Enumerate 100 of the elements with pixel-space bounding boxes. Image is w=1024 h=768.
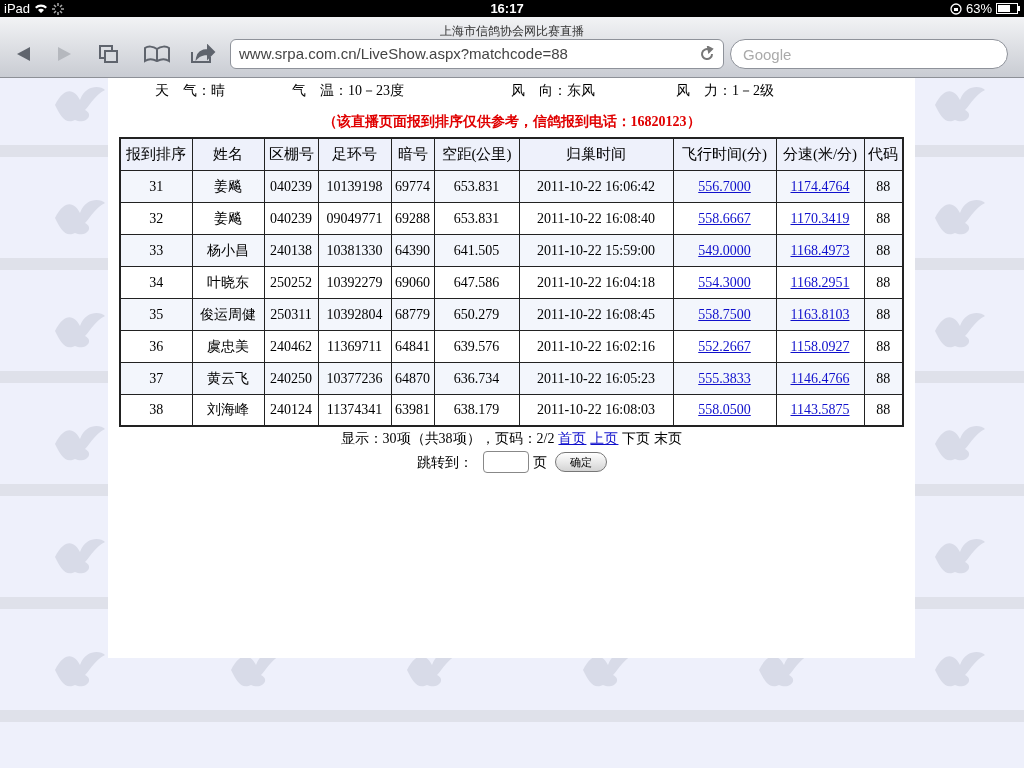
table-cell: 36 bbox=[120, 330, 192, 362]
table-cell: 2011-10-22 15:59:00 bbox=[519, 234, 673, 266]
table-cell: 34 bbox=[120, 266, 192, 298]
search-field[interactable]: Google bbox=[730, 39, 1008, 69]
device-name: iPad bbox=[4, 0, 31, 18]
page-link[interactable]: 首页 bbox=[558, 427, 587, 449]
table-cell: 2011-10-22 16:08:40 bbox=[519, 202, 673, 234]
table-cell: 240250 bbox=[264, 362, 318, 394]
table-cell: 68779 bbox=[391, 298, 434, 330]
table-cell: 647.586 bbox=[434, 266, 519, 298]
column-header: 区棚号 bbox=[264, 138, 318, 170]
battery-percent: 63% bbox=[965, 0, 992, 18]
table-cell: 64390 bbox=[391, 234, 434, 266]
table-cell: 叶晓东 bbox=[192, 266, 264, 298]
table-cell: 33 bbox=[120, 234, 192, 266]
jump-label: 跳转到： bbox=[416, 453, 473, 472]
table-link[interactable]: 1170.3419 bbox=[776, 202, 864, 234]
column-header: 分速(米/分) bbox=[776, 138, 864, 170]
table-cell: 2011-10-22 16:06:42 bbox=[519, 170, 673, 202]
table-cell: 250311 bbox=[264, 298, 318, 330]
reload-icon[interactable] bbox=[699, 46, 715, 62]
table-cell: 35 bbox=[120, 298, 192, 330]
table-cell: 2011-10-22 16:02:16 bbox=[519, 330, 673, 362]
page-link[interactable]: 上页 bbox=[590, 427, 619, 449]
table-link[interactable]: 1163.8103 bbox=[776, 298, 864, 330]
table-cell: 姜飚 bbox=[192, 170, 264, 202]
column-header: 飞行时间(分) bbox=[673, 138, 776, 170]
table-cell: 37 bbox=[120, 362, 192, 394]
table-cell: 64841 bbox=[391, 330, 434, 362]
table-link[interactable]: 554.3000 bbox=[673, 266, 776, 298]
table-cell: 10377236 bbox=[318, 362, 391, 394]
table-cell: 2011-10-22 16:04:18 bbox=[519, 266, 673, 298]
page-number-field[interactable] bbox=[482, 451, 529, 473]
table-cell: 2011-10-22 16:08:45 bbox=[519, 298, 673, 330]
page-title: 上海市信鸽协会网比赛直播 bbox=[440, 24, 584, 38]
table-cell: 641.505 bbox=[434, 234, 519, 266]
table-cell: 虞忠美 bbox=[192, 330, 264, 362]
table-link[interactable]: 555.3833 bbox=[673, 362, 776, 394]
table-cell: 姜飚 bbox=[192, 202, 264, 234]
table-cell: 10392279 bbox=[318, 266, 391, 298]
page-suffix: 页 bbox=[532, 453, 547, 472]
table-cell: 240138 bbox=[264, 234, 318, 266]
table-link[interactable]: 556.7000 bbox=[673, 170, 776, 202]
table-cell: 69060 bbox=[391, 266, 434, 298]
table-link[interactable]: 558.6667 bbox=[673, 202, 776, 234]
table-cell: 31 bbox=[120, 170, 192, 202]
table-link[interactable]: 558.7500 bbox=[673, 298, 776, 330]
table-link[interactable]: 1146.4766 bbox=[776, 362, 864, 394]
url-text: www.srpa.com.cn/LiveShow.aspx?matchcode=88 bbox=[239, 43, 568, 64]
table-cell: 69774 bbox=[391, 170, 434, 202]
wifi-icon bbox=[34, 3, 49, 14]
book-icon[interactable] bbox=[144, 45, 170, 63]
spinner-icon bbox=[52, 2, 65, 15]
table-link[interactable]: 552.2667 bbox=[673, 330, 776, 362]
address-field[interactable]: www.srpa.com.cn/LiveShow.aspx?matchcode=88 bbox=[230, 39, 724, 69]
table-cell: 639.576 bbox=[434, 330, 519, 362]
table-cell: 杨小昌 bbox=[192, 234, 264, 266]
battery-icon bbox=[996, 3, 1020, 14]
table-cell: 250252 bbox=[264, 266, 318, 298]
share-icon[interactable] bbox=[190, 44, 216, 64]
table-cell: 653.831 bbox=[434, 202, 519, 234]
table-cell: 240462 bbox=[264, 330, 318, 362]
table-cell: 10392804 bbox=[318, 298, 391, 330]
column-header: 空距(公里) bbox=[434, 138, 519, 170]
table-cell: 32 bbox=[120, 202, 192, 234]
table-cell: 10139198 bbox=[318, 170, 391, 202]
table-cell: 040239 bbox=[264, 202, 318, 234]
weather-item: 风 力：1－2级 bbox=[676, 82, 775, 100]
table-link[interactable]: 1174.4764 bbox=[776, 170, 864, 202]
column-header: 姓名 bbox=[192, 138, 264, 170]
table-cell: 636.734 bbox=[434, 362, 519, 394]
table-cell: 黄云飞 bbox=[192, 362, 264, 394]
weather-item: 气 温：10－23度 bbox=[292, 82, 405, 100]
table-cell: 2011-10-22 16:05:23 bbox=[519, 362, 673, 394]
table-link[interactable]: 549.0000 bbox=[673, 234, 776, 266]
column-header: 足环号 bbox=[318, 138, 391, 170]
notice-text: （该直播页面报到排序仅供参考，信鸽报到电话：16820123） bbox=[322, 113, 701, 131]
weather-item: 风 向：东风 bbox=[511, 82, 596, 100]
table-cell: 69288 bbox=[391, 202, 434, 234]
table-cell: 650.279 bbox=[434, 298, 519, 330]
column-header: 暗号 bbox=[391, 138, 434, 170]
weather-item: 天 气：晴 bbox=[155, 82, 226, 100]
table-cell: 040239 bbox=[264, 170, 318, 202]
column-header: 归巢时间 bbox=[519, 138, 673, 170]
page-link: 下页 bbox=[622, 429, 651, 448]
table-cell: 11369711 bbox=[318, 330, 391, 362]
lock-rotation-icon bbox=[949, 2, 962, 15]
table-link[interactable]: 1158.0927 bbox=[776, 330, 864, 362]
table-cell: 俊运周健 bbox=[192, 298, 264, 330]
page-link: 末页 bbox=[654, 429, 683, 448]
table-cell: 10381330 bbox=[318, 234, 391, 266]
column-header: 报到排序 bbox=[120, 138, 192, 170]
pagination-summary: 显示：30项（共38项），页码：2/2 bbox=[340, 429, 555, 448]
table-link[interactable]: 1168.4973 bbox=[776, 234, 864, 266]
table-cell: 09049771 bbox=[318, 202, 391, 234]
table-link[interactable]: 1168.2951 bbox=[776, 266, 864, 298]
table-cell: 64870 bbox=[391, 362, 434, 394]
table-cell: 653.831 bbox=[434, 170, 519, 202]
tabs-icon[interactable] bbox=[98, 44, 120, 64]
confirm-button[interactable]: 确定 bbox=[554, 452, 607, 472]
